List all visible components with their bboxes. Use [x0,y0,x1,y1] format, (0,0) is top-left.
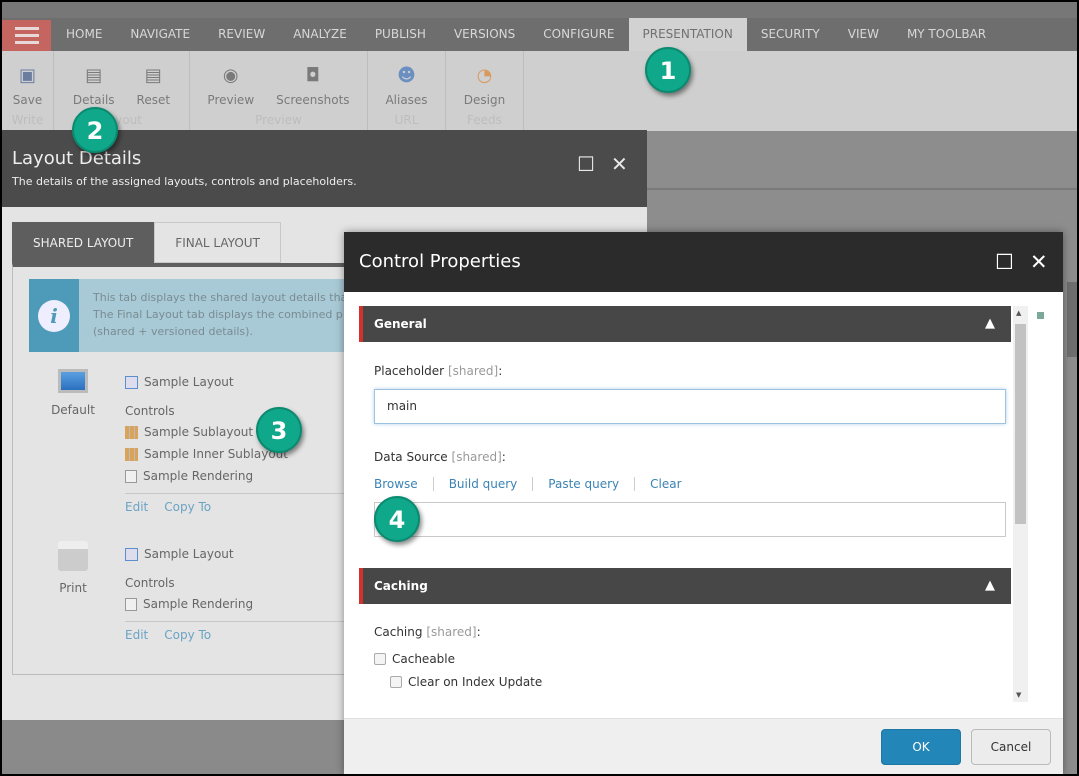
rendering-icon [125,469,137,483]
layout-details-icon: ▤ [85,65,103,86]
placeholder-label: Placeholder [shared]: [374,364,503,378]
aliases-button[interactable]: ☻ Aliases [385,51,427,107]
caching-label: Caching [shared]: [374,625,481,639]
reset-button[interactable]: ▤ Reset [137,51,171,107]
edit-link[interactable]: Edit [125,500,148,514]
tab-analyze[interactable]: ANALYZE [279,18,361,51]
section-general[interactable]: General ▲ [359,306,1011,342]
clear-link[interactable]: Clear [634,477,696,491]
layout-reset-icon: ▤ [144,65,162,86]
scroll-down-icon[interactable]: ▼ [1016,691,1021,699]
cancel-button[interactable]: Cancel [971,729,1051,765]
printer-icon [58,541,88,571]
tab-versions[interactable]: VERSIONS [440,18,529,51]
paste-query-link[interactable]: Paste query [532,477,634,491]
device-print: Print [43,541,103,595]
tab-view[interactable]: VIEW [834,18,893,51]
close-icon[interactable]: ✕ [1030,250,1048,274]
layout-icon [125,547,138,561]
tab-navigate[interactable]: NAVIGATE [116,18,204,51]
info-banner: i This tab displays the shared layout de… [29,279,359,352]
browse-link[interactable]: Browse [374,477,433,491]
preview-button[interactable]: ◉ Preview [207,51,254,107]
divider [647,188,1077,190]
tab-presentation[interactable]: PRESENTATION [628,18,747,51]
masks-icon: ☻ [397,65,416,86]
close-icon[interactable]: ✕ [611,152,628,176]
tab-publish[interactable]: PUBLISH [361,18,440,51]
ribbon: ▣ Save Write ▤ Details ▤ Reset Layout ◉ Prev… [2,51,1077,131]
control-item[interactable]: Sample Rendering [125,465,375,487]
control-item[interactable]: Sample Inner Sublayout [125,443,375,465]
tab-review[interactable]: REVIEW [204,18,279,51]
tab-configure[interactable]: CONFIGURE [529,18,628,51]
maximize-icon[interactable]: ☐ [995,250,1014,274]
save-button[interactable]: ▣ Save [13,51,42,107]
design-button[interactable]: ◔ Design [464,51,505,107]
layout-icon [125,375,138,389]
ribbon-tabs: HOME NAVIGATE REVIEW ANALYZE PUBLISH VER… [52,18,1000,51]
datasource-label: Data Source [shared]: [374,450,506,464]
details-button[interactable]: ▤ Details [73,51,115,107]
chevron-up-icon[interactable]: ▲ [985,306,995,342]
placeholder-input[interactable]: main [374,389,1006,424]
datasource-input[interactable] [374,502,1006,537]
rss-icon: ◔ [476,65,493,86]
tab-home[interactable]: HOME [52,18,116,51]
callout-badge-1: 1 [645,47,691,93]
rendering-icon [125,597,137,611]
info-icon: i [38,300,70,332]
chevron-up-icon[interactable]: ▲ [985,568,995,604]
callout-badge-4: 4 [374,496,420,542]
copy-to-link[interactable]: Copy To [164,628,211,642]
section-caching[interactable]: Caching ▲ [359,568,1011,604]
layout-link[interactable]: Sample Layout [125,543,375,565]
group-preview: ◉ Preview ◘ Screenshots Preview [190,51,368,131]
cp-title: Control Properties [344,232,1063,292]
build-query-link[interactable]: Build query [432,477,533,491]
tab-shared-layout[interactable]: SHARED LAYOUT [12,222,155,263]
sublayout-icon [125,447,138,461]
dialog-footer: OK Cancel [344,718,1063,774]
dialog-title: Layout Details [12,148,142,169]
tab-my-toolbar[interactable]: MY TOOLBAR [893,18,1000,51]
tab-security[interactable]: SECURITY [747,18,834,51]
screenshots-button[interactable]: ◘ Screenshots [276,51,349,107]
device-default: Default [43,369,103,417]
group-url: ☻ Aliases URL [368,51,446,131]
maximize-icon[interactable]: ☐ [577,152,595,176]
edit-link[interactable]: Edit [125,628,148,642]
control-properties-dialog: Control Properties ☐ ✕ General ▲ Placehol… [344,232,1063,774]
copy-to-link[interactable]: Copy To [164,500,211,514]
group-feeds: ◔ Design Feeds [446,51,524,131]
dialog-subtitle: The details of the assigned layouts, con… [12,175,357,188]
tab-final-layout[interactable]: FINAL LAYOUT [154,222,281,263]
app-window: HOME NAVIGATE REVIEW ANALYZE PUBLISH VER… [2,2,1077,774]
datasource-actions: Browse Build query Paste query Clear [374,477,697,491]
control-item[interactable]: Sample Sublayout [125,421,375,443]
layout-link[interactable]: Sample Layout [125,371,375,393]
sublayout-icon [125,425,138,439]
scrollbar[interactable]: ▲ ▼ [1013,306,1028,702]
scroll-up-icon[interactable]: ▲ [1016,309,1021,317]
monitor-icon [58,369,88,393]
cacheable-checkbox[interactable]: Cacheable [374,652,455,666]
device-default-details: Sample Layout Controls Sample Sublayout … [125,371,375,514]
camera-icon: ◘ [305,65,320,86]
page-scrollbar[interactable] [1067,282,1077,357]
callout-badge-3: 3 [256,407,302,453]
menu-icon[interactable] [2,20,51,51]
group-write: ▣ Save Write [2,51,54,131]
clear-on-index-update-checkbox[interactable]: Clear on Index Update [390,675,542,689]
callout-badge-2: 2 [72,107,118,153]
ok-button[interactable]: OK [881,729,961,765]
title-bar [2,2,1077,18]
status-indicator [1037,312,1044,319]
control-item[interactable]: Sample Rendering [125,593,375,615]
floppy-icon: ▣ [18,65,36,86]
device-print-details: Sample Layout Controls Sample Rendering … [125,543,375,642]
eye-document-icon: ◉ [222,65,239,86]
